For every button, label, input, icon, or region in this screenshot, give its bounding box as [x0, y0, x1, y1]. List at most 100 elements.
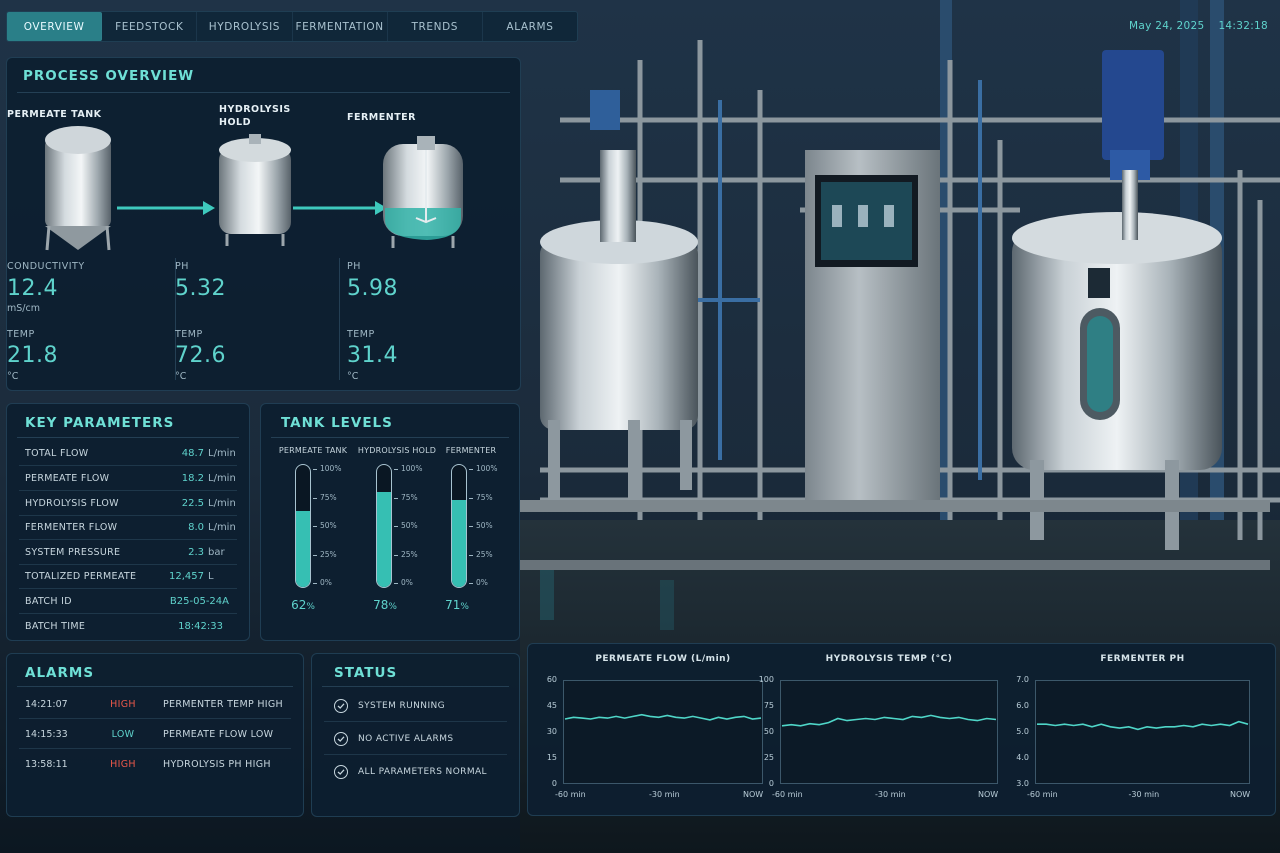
- tick-mark: [469, 583, 473, 584]
- tick-mark: [313, 583, 317, 584]
- alarm-row[interactable]: 14:15:33 LOW PERMEATE FLOW LOW: [19, 720, 291, 749]
- param-label: TOTAL FLOW: [25, 448, 89, 459]
- tab-fermentation[interactable]: FERMENTATION: [293, 12, 388, 41]
- tick-label: 25%: [476, 549, 493, 559]
- tick-label: 100%: [320, 464, 342, 473]
- fermenter-temp-unit: °C: [347, 371, 359, 382]
- tick-mark: [313, 554, 317, 556]
- tab-hydrolysis[interactable]: HYDROLYSIS: [197, 12, 293, 41]
- process-overview-title: PROCESS OVERVIEW: [23, 68, 195, 84]
- alarm-time: 14:21:07: [25, 698, 68, 710]
- fermenter-ph-label: PH: [347, 261, 361, 272]
- x-tick-label: -30 min: [1128, 790, 1160, 799]
- level-fill: [296, 511, 310, 587]
- y-tick-label: 6.0: [1016, 701, 1029, 710]
- tank-level-name: FERMENTER: [445, 446, 497, 455]
- param-value: 48.7: [181, 448, 204, 459]
- param-label: BATCH ID: [25, 596, 72, 607]
- tank-level-name: PERMEATE TANK: [278, 446, 348, 455]
- trend-chart-title: PERMEATE FLOW (L/min): [595, 654, 731, 664]
- param-permeate-flow: PERMEATE FLOW 18.2 L/min: [19, 467, 237, 491]
- param-fermenter-flow: FERMENTER FLOW 8.0 L/min: [19, 516, 237, 540]
- trend-chart: [780, 680, 998, 784]
- hydrolysis-hold-icon: [219, 134, 291, 246]
- permeate-conductivity-label: CONDUCTIVITY: [7, 261, 85, 272]
- tick-mark: [313, 469, 317, 470]
- tank-levels-title: TANK LEVELS: [281, 415, 393, 431]
- tank-level-percent: 71%: [445, 598, 469, 612]
- tab-overview[interactable]: OVERVIEW: [7, 12, 103, 41]
- tab-feedstock[interactable]: FEEDSTOCK: [102, 12, 198, 41]
- x-tick-label: NOW: [1230, 790, 1251, 799]
- hydrolysis-ph-value: 5.32: [175, 276, 226, 301]
- hydrolysis-temp-value: 72.6: [175, 343, 226, 368]
- tick-label: 25%: [401, 549, 418, 559]
- time-display: 14:32:18: [1218, 20, 1268, 32]
- level-gauge: [376, 464, 392, 588]
- alarm-severity: HIGH: [110, 759, 136, 770]
- y-tick-label: 4.0: [1016, 753, 1029, 762]
- alarm-row[interactable]: 13:58:11 HIGH HYDROLYSIS PH HIGH: [19, 750, 291, 779]
- param-unit: L: [208, 571, 214, 582]
- alarm-row[interactable]: 14:21:07 HIGH PERMENTER TEMP HIGH: [19, 690, 291, 719]
- param-unit: bar: [208, 547, 225, 558]
- hydrolysis-temp-unit: °C: [175, 371, 187, 382]
- flow-arrow-icon: [293, 201, 387, 215]
- key-parameters-title: KEY PARAMETERS: [25, 415, 175, 431]
- param-value: 18.2: [181, 473, 204, 484]
- tick-label: 25%: [320, 549, 337, 559]
- permeate-tank-icon: [45, 126, 111, 251]
- status-text: ALL PARAMETERS NORMAL: [358, 767, 487, 777]
- param-totalized-permeate: TOTALIZED PERMEATE 12,457 L: [19, 565, 237, 589]
- status-item: SYSTEM RUNNING: [324, 690, 507, 722]
- tick-label: 75%: [320, 492, 337, 502]
- plot-frame: [780, 680, 998, 784]
- y-tick-label: 100: [758, 675, 774, 684]
- tab-trends[interactable]: TRENDS: [388, 12, 483, 41]
- status-text: NO ACTIVE ALARMS: [358, 733, 454, 744]
- alarm-time: 13:58:11: [25, 759, 68, 770]
- tick-label: 50%: [320, 521, 337, 530]
- fermenter-ph-value: 5.98: [347, 276, 398, 301]
- status-title: STATUS: [334, 665, 398, 681]
- tick-label: 0%: [320, 578, 332, 587]
- tick-mark: [313, 497, 317, 499]
- y-tick-label: 30: [546, 727, 557, 736]
- status-item: ALL PARAMETERS NORMAL: [324, 756, 507, 788]
- y-tick-label: 25: [763, 753, 774, 762]
- alarm-time: 14:15:33: [25, 728, 68, 740]
- y-tick-label: 5.0: [1016, 727, 1029, 736]
- param-label: TOTALIZED PERMEATE: [25, 571, 137, 582]
- param-total-flow: TOTAL FLOW 48.7 L/min: [19, 442, 237, 466]
- flow-arrow-icon: [117, 201, 215, 215]
- tick-mark: [394, 497, 398, 499]
- x-tick-label: -60 min: [555, 790, 586, 799]
- tab-alarms[interactable]: ALARMS: [483, 12, 577, 41]
- trend-chart: [563, 680, 763, 784]
- status-text: SYSTEM RUNNING: [358, 700, 445, 711]
- y-tick-label: 60: [546, 675, 557, 684]
- trend-chart: [1035, 680, 1250, 784]
- datetime: May 24, 2025 14:32:18: [1129, 20, 1268, 32]
- level-fill: [377, 491, 391, 587]
- key-parameters-panel: KEY PARAMETERS TOTAL FLOW 48.7 L/min PER…: [6, 403, 250, 641]
- alarms-title: ALARMS: [25, 665, 95, 681]
- tick-label: 100%: [401, 464, 423, 473]
- param-value: 12,457: [169, 571, 204, 582]
- param-value: 2.3: [188, 547, 204, 558]
- y-tick-label: 15: [546, 753, 557, 762]
- permeate-tank-name: PERMEATE TANK: [7, 109, 102, 120]
- fermenter-temp-value: 31.4: [347, 343, 398, 368]
- permeate-temp-label: TEMP: [7, 329, 35, 340]
- permeate-temp-value: 21.8: [7, 343, 58, 368]
- process-overview-panel: PROCESS OVERVIEW PERMEATE TANK CONDUCTIV…: [6, 57, 521, 391]
- tick-mark: [469, 526, 473, 527]
- param-value: 8.0: [188, 522, 204, 533]
- fermenter-icon: [383, 136, 463, 248]
- param-hydrolysis-flow: HYDROLYSIS FLOW 22.5 L/min: [19, 492, 237, 516]
- tick-label: 50%: [476, 521, 493, 530]
- x-tick-label: -30 min: [875, 790, 906, 799]
- param-batch-id: BATCH ID B25-05-24A: [19, 590, 237, 614]
- level-gauge: [451, 464, 467, 588]
- hydrolysis-temp-label: TEMP: [175, 329, 203, 340]
